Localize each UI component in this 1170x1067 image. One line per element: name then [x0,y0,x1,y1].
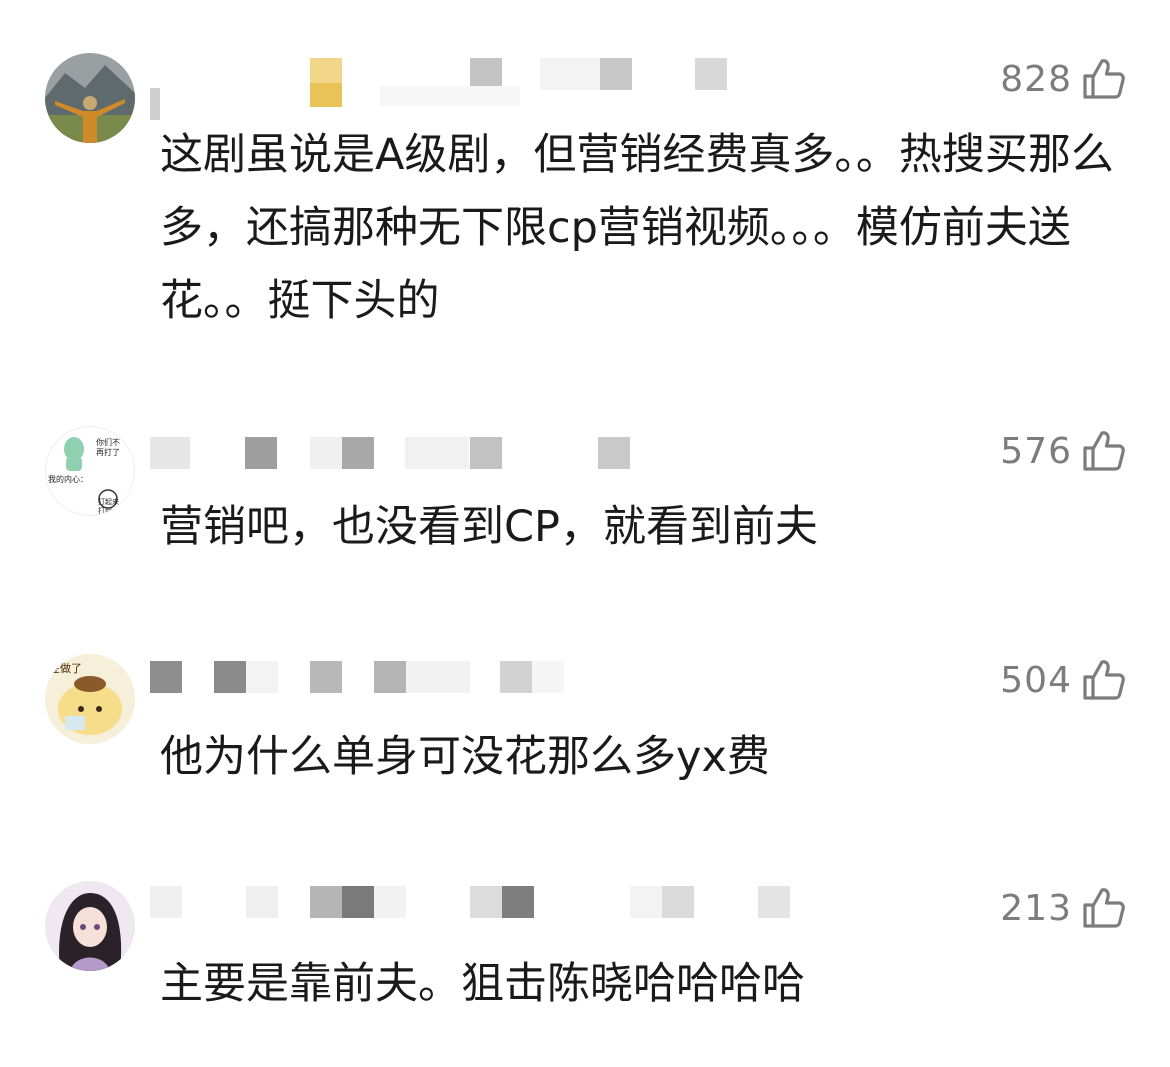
mountain-person-avatar-icon [45,53,135,143]
username-redacted[interactable] [150,886,790,936]
comment-item: 在做了 504 他为什么单身可没花那么多yx费 [0,628,1170,828]
meme-avatar-icon: 你们不 再打了 我的内心： 打起来 打起 [46,427,134,515]
like-count: 504 [1000,659,1072,701]
avatar-caption: 再打了 [96,447,120,457]
user-avatar[interactable]: 你们不 再打了 我的内心： 打起来 打起 [45,426,135,516]
avatar-caption: 在做了 [49,661,82,675]
user-avatar[interactable] [45,53,135,143]
user-avatar[interactable] [45,881,135,971]
thumbs-up-icon[interactable] [1080,55,1128,103]
username-redacted[interactable] [150,437,770,487]
avatar-caption: 我的内心： [48,474,88,484]
avatar-caption: 打起 [98,506,112,515]
thumbs-up-icon[interactable] [1080,656,1128,704]
comment-text: 营销吧，也没看到CP，就看到前夫 [160,502,818,552]
user-avatar[interactable]: 在做了 [45,654,135,744]
thumbs-up-icon[interactable] [1080,427,1128,475]
anime-girl-avatar-icon [45,881,135,971]
comment-item: 213 主要是靠前夫。狙击陈晓哈哈哈哈 [0,856,1170,1056]
avatar-caption: 打起来 [98,497,119,506]
like-control[interactable]: 828 [1000,55,1128,103]
thumbs-up-icon[interactable] [1080,884,1128,932]
like-count: 828 [1000,58,1072,100]
like-control[interactable]: 576 [1000,427,1128,475]
like-control[interactable]: 504 [1000,656,1128,704]
comment-item: 你们不 再打了 我的内心： 打起来 打起 576 营销吧，也没看到CP，就看到前… [0,400,1170,600]
pompompurin-avatar-icon: 在做了 [45,654,135,744]
username-redacted[interactable] [150,661,770,711]
username-redacted[interactable] [150,58,770,120]
avatar-caption: 你们不 [96,437,120,447]
like-count: 213 [1000,887,1072,929]
like-control[interactable]: 213 [1000,884,1128,932]
comment-text: 主要是靠前夫。狙击陈晓哈哈哈哈 [160,959,805,1009]
comment-item: 828 这剧虽说是A级剧，但营销经费真多。。热搜买那么多，还搞那种无下限cp营销… [0,0,1170,340]
comment-text: 这剧虽说是A级剧，但营销经费真多。。热搜买那么多，还搞那种无下限cp营销视频。。… [160,130,1114,326]
like-count: 576 [1000,430,1072,472]
comment-text: 他为什么单身可没花那么多yx费 [160,732,770,782]
